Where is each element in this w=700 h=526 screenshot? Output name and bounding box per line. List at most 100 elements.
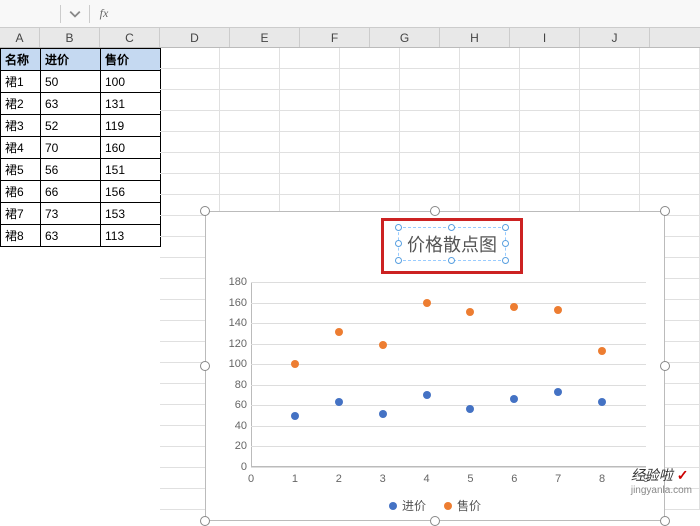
data-point[interactable] xyxy=(466,405,474,413)
cell-name: 裙5 xyxy=(1,159,41,181)
x-tick-label: 7 xyxy=(548,473,568,485)
header-name[interactable]: 名称 xyxy=(1,49,41,71)
cell-name: 裙6 xyxy=(1,181,41,203)
cell-price: 119 xyxy=(101,115,161,137)
table-row[interactable]: 裙150100 xyxy=(1,71,161,93)
col-header[interactable]: B xyxy=(40,28,100,47)
table-row[interactable]: 裙556151 xyxy=(1,159,161,181)
title-handle[interactable] xyxy=(502,240,509,247)
col-header[interactable]: F xyxy=(300,28,370,47)
cell-price: 113 xyxy=(101,225,161,247)
resize-handle[interactable] xyxy=(200,516,210,526)
data-point[interactable] xyxy=(554,306,562,314)
x-tick-label: 8 xyxy=(592,473,612,485)
cell-cost: 70 xyxy=(41,137,101,159)
cell-price: 160 xyxy=(101,137,161,159)
chart-object[interactable]: 价格散点图 0204060801001201401601800123456789… xyxy=(205,211,665,521)
table-row[interactable]: 裙470160 xyxy=(1,137,161,159)
title-highlight-box: 价格散点图 xyxy=(381,218,523,274)
legend-marker-icon xyxy=(444,502,452,510)
col-header[interactable]: E xyxy=(230,28,300,47)
formula-input[interactable] xyxy=(118,4,700,24)
cell-name: 裙2 xyxy=(1,93,41,115)
table-row[interactable]: 裙352119 xyxy=(1,115,161,137)
title-handle[interactable] xyxy=(448,224,455,231)
title-handle[interactable] xyxy=(395,224,402,231)
column-headers: A B C D E F G H I J xyxy=(0,28,700,48)
table-header-row: 名称 进价 售价 xyxy=(1,49,161,71)
cell-price: 156 xyxy=(101,181,161,203)
x-tick-label: 3 xyxy=(373,473,393,485)
data-point[interactable] xyxy=(335,328,343,336)
check-icon: ✓ xyxy=(677,467,689,483)
cell-cost: 56 xyxy=(41,159,101,181)
col-header[interactable]: A xyxy=(0,28,40,47)
data-point[interactable] xyxy=(379,410,387,418)
y-tick-label: 0 xyxy=(221,461,247,473)
title-handle[interactable] xyxy=(448,257,455,264)
cell-name: 裙7 xyxy=(1,203,41,225)
data-point[interactable] xyxy=(291,360,299,368)
resize-handle[interactable] xyxy=(660,516,670,526)
data-point[interactable] xyxy=(379,341,387,349)
col-header[interactable]: C xyxy=(100,28,160,47)
worksheet[interactable]: // will be filled by generic loop below;… xyxy=(0,48,700,500)
title-handle[interactable] xyxy=(395,240,402,247)
col-header[interactable]: H xyxy=(440,28,510,47)
title-handle[interactable] xyxy=(395,257,402,264)
x-tick-label: 0 xyxy=(241,473,261,485)
plot-area[interactable]: 0204060801001201401601800123456789 xyxy=(251,282,646,467)
cell-price: 153 xyxy=(101,203,161,225)
divider xyxy=(89,5,90,23)
title-handle[interactable] xyxy=(502,257,509,264)
data-point[interactable] xyxy=(466,308,474,316)
cell-name: 裙3 xyxy=(1,115,41,137)
watermark-url: jingyanla.com xyxy=(631,485,692,496)
data-point[interactable] xyxy=(598,347,606,355)
chart-title-text: 价格散点图 xyxy=(407,235,497,255)
table-row[interactable]: 裙773153 xyxy=(1,203,161,225)
x-tick-label: 6 xyxy=(504,473,524,485)
y-tick-label: 140 xyxy=(221,317,247,329)
data-point[interactable] xyxy=(423,391,431,399)
resize-handle[interactable] xyxy=(200,206,210,216)
cell-name: 裙4 xyxy=(1,137,41,159)
cell-price: 131 xyxy=(101,93,161,115)
resize-handle[interactable] xyxy=(200,361,210,371)
table-row[interactable]: 裙666156 xyxy=(1,181,161,203)
watermark-brand: 经验啦 xyxy=(631,467,673,483)
col-header[interactable]: D xyxy=(160,28,230,47)
data-point[interactable] xyxy=(510,395,518,403)
cell-cost: 66 xyxy=(41,181,101,203)
data-point[interactable] xyxy=(510,303,518,311)
title-handle[interactable] xyxy=(502,224,509,231)
y-tick-label: 100 xyxy=(221,358,247,370)
col-header[interactable]: I xyxy=(510,28,580,47)
resize-handle[interactable] xyxy=(660,206,670,216)
data-point[interactable] xyxy=(335,398,343,406)
chart-title[interactable]: 价格散点图 xyxy=(398,227,506,261)
resize-handle[interactable] xyxy=(660,361,670,371)
y-axis xyxy=(251,282,252,467)
dropdown-icon[interactable] xyxy=(67,6,83,22)
col-header[interactable]: J xyxy=(580,28,650,47)
resize-handle[interactable] xyxy=(430,516,440,526)
col-header[interactable]: G xyxy=(370,28,440,47)
watermark: 经验啦 ✓ jingyanla.com xyxy=(631,465,692,496)
fx-icon[interactable]: fx xyxy=(96,6,112,22)
table-row[interactable]: 裙263131 xyxy=(1,93,161,115)
cell-name: 裙8 xyxy=(1,225,41,247)
x-tick-label: 1 xyxy=(285,473,305,485)
resize-handle[interactable] xyxy=(430,206,440,216)
data-point[interactable] xyxy=(423,299,431,307)
header-cost[interactable]: 进价 xyxy=(41,49,101,71)
data-point[interactable] xyxy=(291,412,299,420)
data-point[interactable] xyxy=(554,388,562,396)
cell-cost: 63 xyxy=(41,225,101,247)
x-tick-label: 4 xyxy=(417,473,437,485)
cell-price: 151 xyxy=(101,159,161,181)
formula-bar: fx xyxy=(0,0,700,28)
table-row[interactable]: 裙863113 xyxy=(1,225,161,247)
cell-name: 裙1 xyxy=(1,71,41,93)
header-price[interactable]: 售价 xyxy=(101,49,161,71)
